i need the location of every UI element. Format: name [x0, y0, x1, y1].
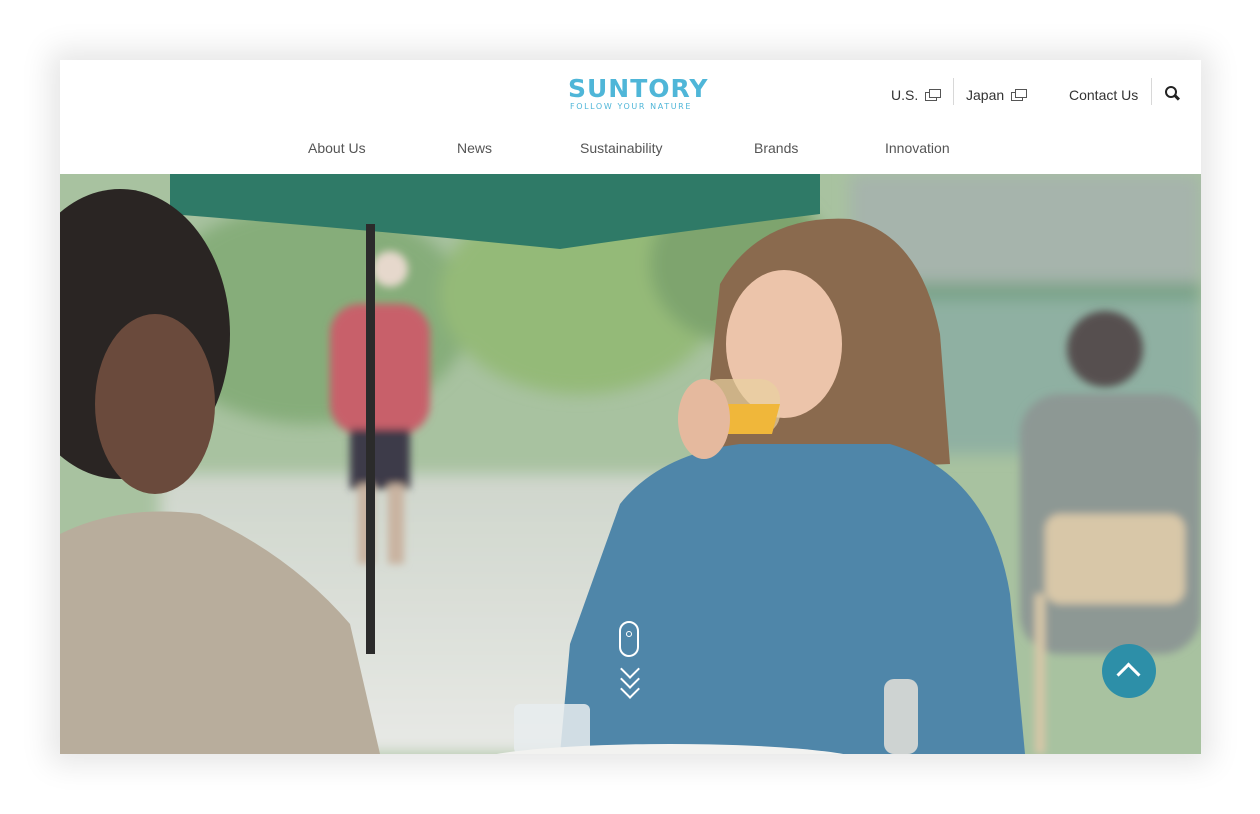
divider — [1151, 78, 1152, 105]
mouse-scroll-icon[interactable] — [619, 621, 639, 657]
region-japan-label: Japan — [966, 87, 1005, 103]
nav-innovation[interactable]: Innovation — [885, 140, 950, 162]
back-to-top-button[interactable] — [1102, 644, 1156, 698]
region-japan-link[interactable]: Japan — [966, 82, 1028, 108]
suntory-logo[interactable]: SUNTORY FOLLOW YOUR NATURE — [568, 74, 709, 112]
nav-about-us[interactable]: About Us — [308, 140, 366, 162]
hero-video — [60, 174, 1201, 754]
nav-news[interactable]: News — [457, 140, 492, 162]
site-header: SUNTORY FOLLOW YOUR NATURE U.S. Japan Co… — [60, 60, 1201, 174]
search-icon[interactable] — [1163, 84, 1183, 104]
region-us-link[interactable]: U.S. — [891, 82, 942, 108]
external-link-icon — [1011, 89, 1028, 101]
browser-window: SUNTORY FOLLOW YOUR NATURE U.S. Japan Co… — [60, 60, 1201, 754]
contact-us-link[interactable]: Contact Us — [1069, 82, 1138, 108]
logo-tagline: FOLLOW YOUR NATURE — [570, 102, 692, 111]
logo-wordmark: SUNTORY — [568, 74, 709, 103]
nav-sustainability[interactable]: Sustainability — [580, 140, 663, 162]
divider — [953, 78, 954, 105]
region-us-label: U.S. — [891, 87, 919, 103]
external-link-icon — [925, 89, 942, 101]
nav-brands[interactable]: Brands — [754, 140, 798, 162]
